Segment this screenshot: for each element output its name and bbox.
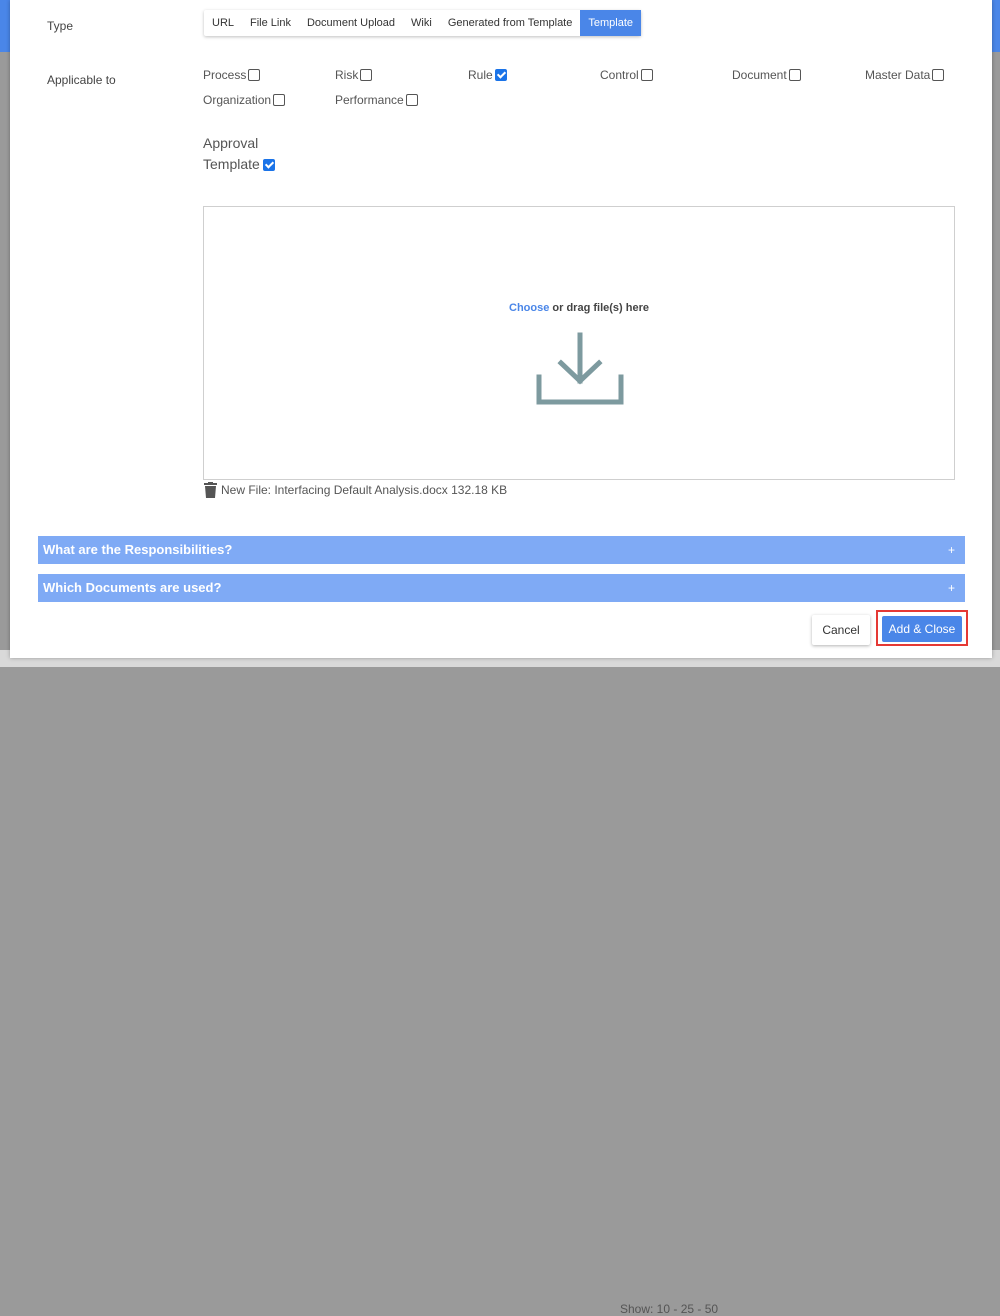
rule-checkbox[interactable] — [494, 69, 507, 81]
accordion-title: Which Documents are used? — [43, 580, 222, 595]
file-dropzone[interactable]: Choose or drag file(s) here — [203, 206, 955, 480]
dropzone-instructions: Choose or drag file(s) here — [204, 302, 954, 314]
tab-wiki[interactable]: Wiki — [403, 10, 440, 36]
checkbox-label: Master Data — [865, 68, 931, 82]
document-checkbox[interactable] — [788, 69, 801, 81]
checkbox-label: Performance — [335, 93, 404, 107]
highlight-frame: Add & Close — [876, 610, 968, 646]
add-attachment-modal: Type URL File Link Document Upload Wiki … — [10, 0, 992, 658]
file-info: New File: Interfacing Default Analysis.d… — [221, 483, 508, 497]
drag-text: or drag file(s) here — [549, 302, 649, 314]
applicable-document[interactable]: Document — [732, 68, 801, 82]
applicable-process[interactable]: Process — [203, 68, 261, 82]
checkbox-label: Control — [600, 68, 639, 82]
expand-icon: + — [947, 543, 955, 557]
accordion-responsibilities[interactable]: What are the Responsibilities? + — [38, 536, 965, 564]
checkbox-label: Document — [732, 68, 787, 82]
process-checkbox[interactable] — [248, 69, 261, 81]
cancel-button[interactable]: Cancel — [812, 615, 870, 645]
performance-checkbox[interactable] — [405, 94, 418, 106]
tab-url[interactable]: URL — [204, 10, 242, 36]
organization-checkbox[interactable] — [273, 94, 286, 106]
applicable-organization[interactable]: Organization — [203, 93, 286, 107]
control-checkbox[interactable] — [640, 69, 653, 81]
checkbox-label: Rule — [468, 68, 493, 82]
accordion-title: What are the Responsibilities? — [43, 542, 233, 557]
checkbox-label: Process — [203, 68, 247, 82]
applicable-risk[interactable]: Risk — [335, 68, 373, 82]
approval-template-checkbox[interactable] — [262, 158, 275, 171]
page-size-selector: Show: 10 - 25 - 50 — [620, 1302, 719, 1316]
approval-template[interactable]: Approval Template — [203, 133, 275, 175]
applicable-control[interactable]: Control — [600, 68, 653, 82]
master-data-checkbox[interactable] — [932, 69, 945, 81]
type-tabs: URL File Link Document Upload Wiki Gener… — [204, 10, 641, 36]
trash-icon[interactable] — [204, 482, 217, 498]
type-label: Type — [47, 19, 74, 33]
tab-generated-from-template[interactable]: Generated from Template — [440, 10, 581, 36]
approval-label-line1: Approval — [203, 135, 259, 151]
applicable-rule[interactable]: Rule — [468, 68, 507, 82]
applicable-to-label: Applicable to — [47, 73, 116, 87]
tab-document-upload[interactable]: Document Upload — [299, 10, 403, 36]
risk-checkbox[interactable] — [360, 69, 373, 81]
tab-file-link[interactable]: File Link — [242, 10, 299, 36]
accordion-documents-used[interactable]: Which Documents are used? + — [38, 574, 965, 602]
uploaded-file: New File: Interfacing Default Analysis.d… — [204, 482, 507, 498]
download-icon — [536, 332, 624, 405]
tab-template[interactable]: Template — [580, 10, 641, 36]
expand-icon: + — [947, 581, 955, 595]
add-and-close-button[interactable]: Add & Close — [882, 616, 962, 642]
checkbox-label: Organization — [203, 93, 272, 107]
applicable-master-data[interactable]: Master Data — [865, 68, 945, 82]
checkbox-label: Risk — [335, 68, 359, 82]
choose-file-link[interactable]: Choose — [509, 302, 549, 314]
applicable-performance[interactable]: Performance — [335, 93, 418, 107]
approval-label-line2: Template — [203, 156, 260, 172]
